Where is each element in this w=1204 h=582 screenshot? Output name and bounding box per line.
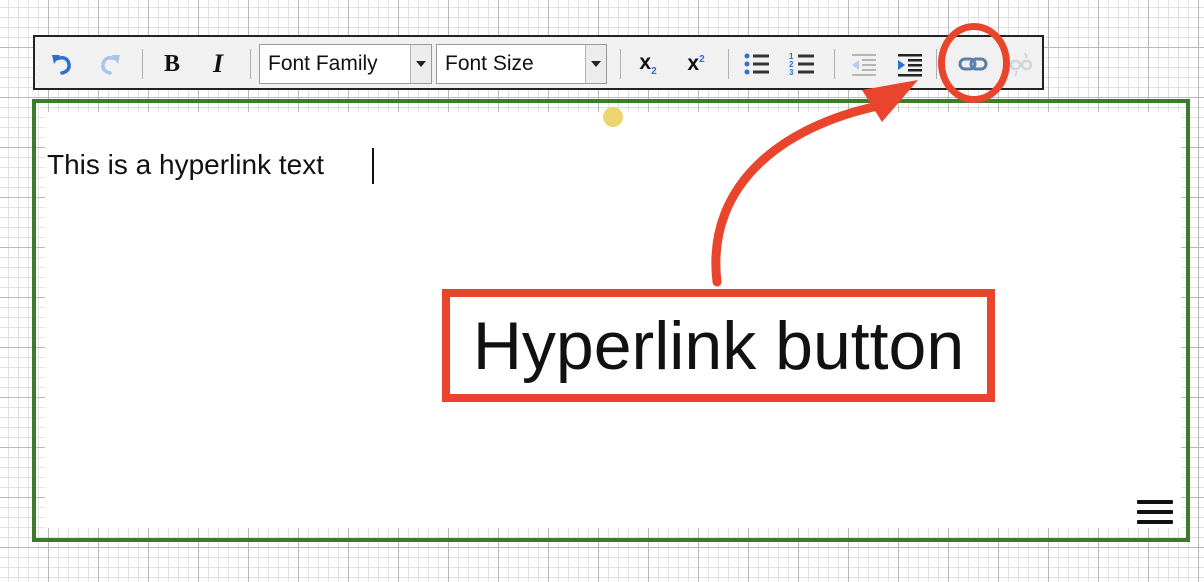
- callout-label: Hyperlink button: [472, 307, 965, 384]
- callout-box: Hyperlink button: [442, 289, 995, 402]
